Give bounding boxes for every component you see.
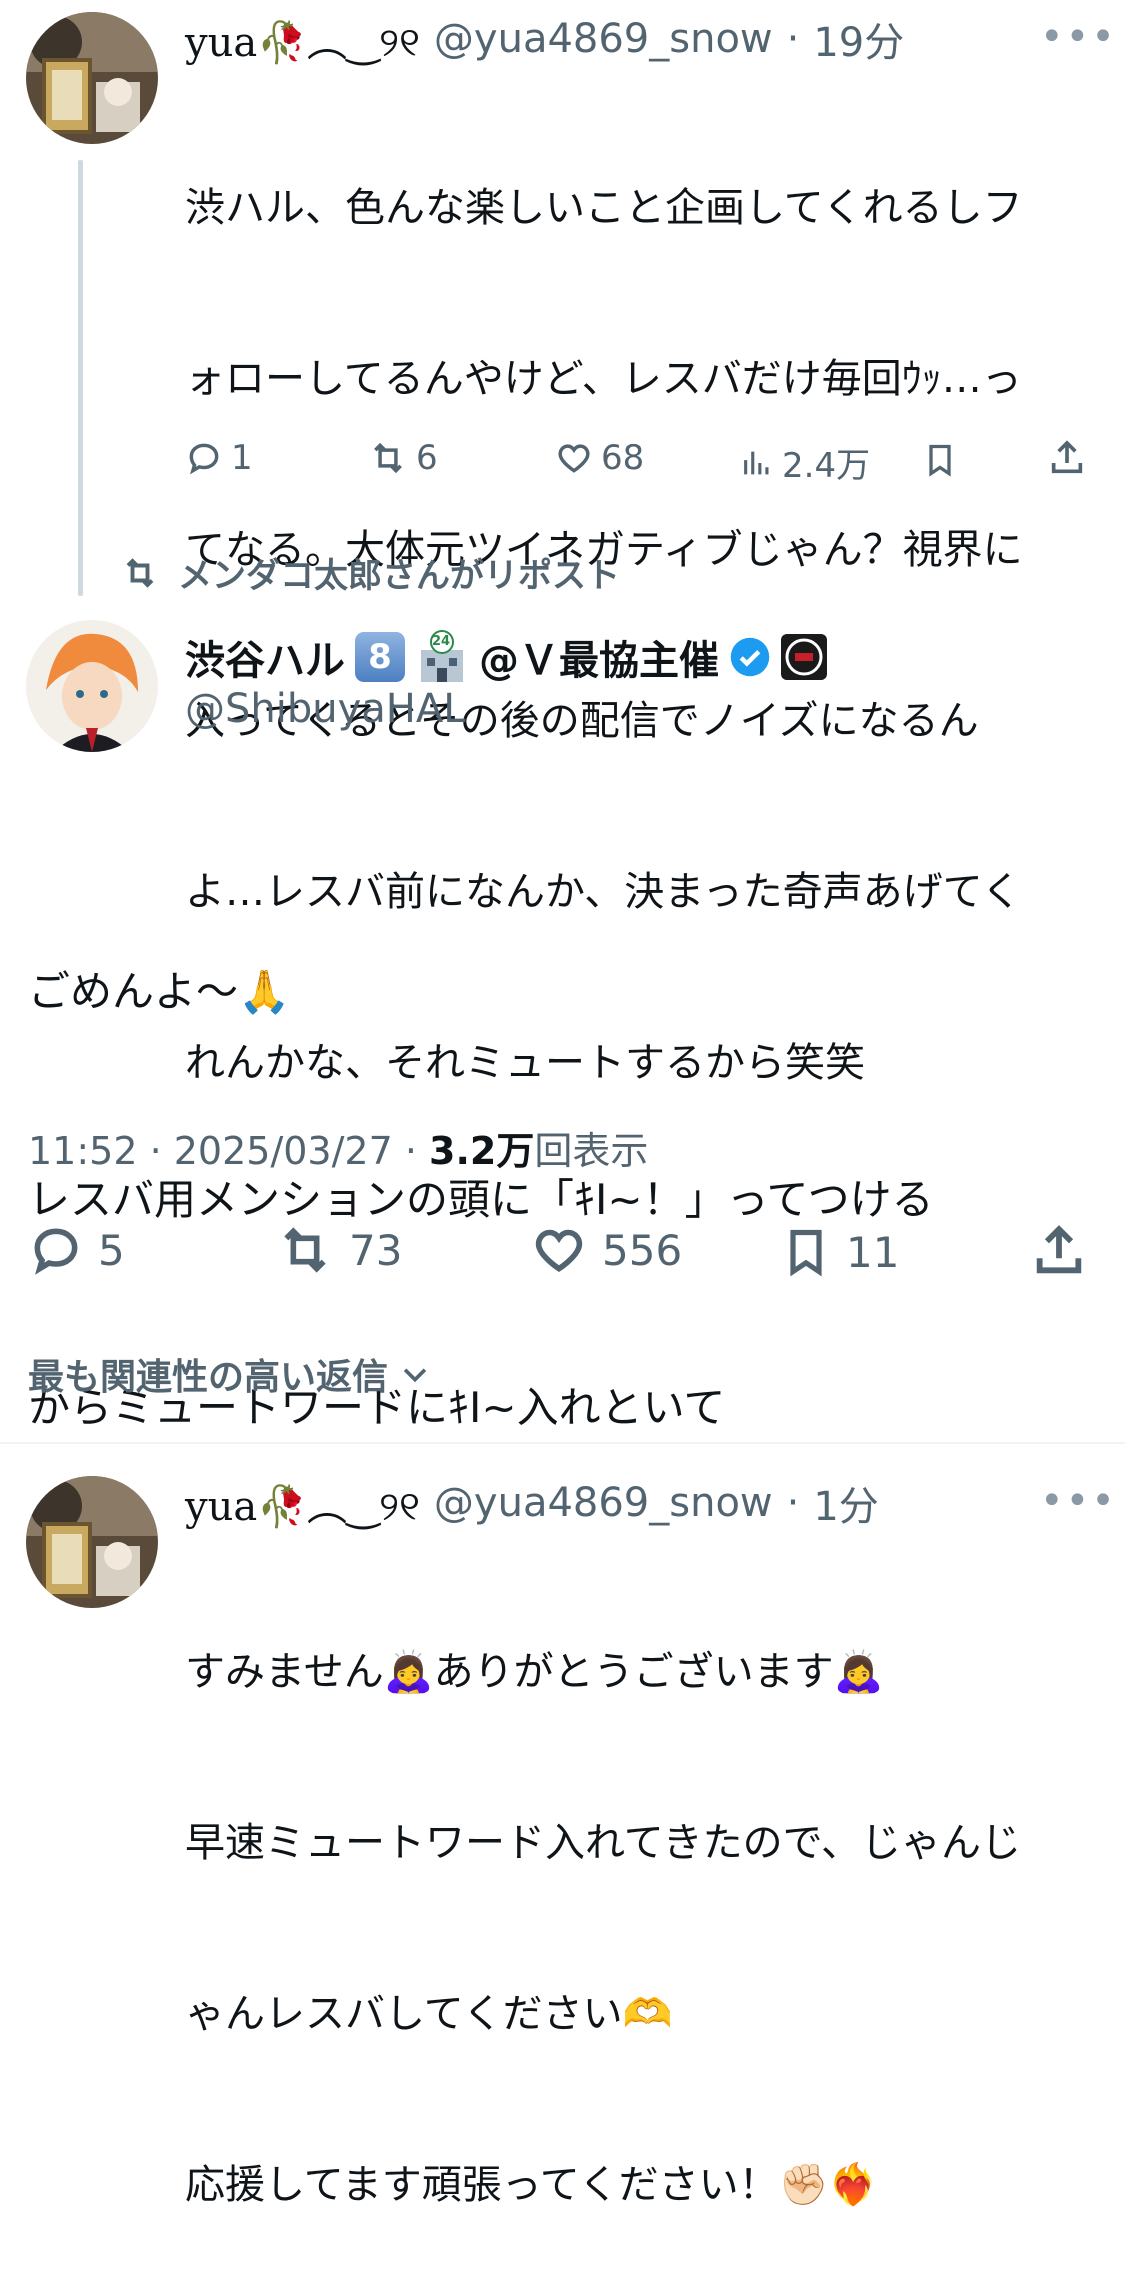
hotel-emoji: 24 <box>415 630 469 684</box>
more-icon[interactable]: ••• <box>1040 14 1117 60</box>
repost-banner-text: メンダコ太郎さんがリポスト <box>178 556 620 596</box>
reply-icon <box>34 1228 78 1275</box>
user-handle[interactable]: @yua4869_snow <box>434 1480 773 1526</box>
reply-button[interactable]: 5 <box>28 1222 125 1278</box>
bookmark-button[interactable] <box>922 440 958 484</box>
views-button[interactable]: 2.4万 <box>740 438 870 487</box>
user-name[interactable]: yua🥀︵‿୨୧ <box>185 1474 420 1532</box>
repost-button[interactable]: 6 <box>368 438 438 478</box>
reply-text: すみません🙇‍♀️ありがとうございます🙇‍♀️ 早速ミュートワード入れてきたので… <box>185 1530 1095 2271</box>
chevron-down-icon <box>403 1368 427 1383</box>
avatar[interactable] <box>26 12 158 144</box>
reply-count: 5 <box>98 1225 125 1275</box>
separator: · <box>786 16 800 62</box>
bookmark-icon <box>790 1229 822 1277</box>
repost-icon <box>284 1227 326 1273</box>
repost-count: 73 <box>349 1225 403 1275</box>
like-button[interactable]: 68 <box>555 438 644 478</box>
reply-header: yua🥀︵‿୨୧ @yua4869_snow · 1分 <box>185 1474 879 1532</box>
tweet-meta: 11:52 · 2025/03/27 · 3.2万回表示 <box>28 1120 648 1175</box>
view-count: 3.2万 <box>429 1129 535 1173</box>
separator: · <box>786 1480 800 1526</box>
avatar[interactable] <box>26 620 158 752</box>
timestamp[interactable]: 19分 <box>813 10 904 68</box>
heart-icon <box>535 1229 583 1272</box>
reply-line: ォローしてるんやけど、レスバだけ毎回ｳｯ…っ <box>185 356 1022 402</box>
reply-line: すみません🙇‍♀️ありがとうございます🙇‍♀️ <box>185 1649 884 1695</box>
share-icon <box>1051 440 1083 474</box>
user-handle[interactable]: @yua4869_snow <box>434 16 773 62</box>
reply-line: ゃんレスバしてください🫶 <box>185 1991 673 2037</box>
keycap-number: 8 <box>368 637 392 677</box>
like-button[interactable]: 556 <box>530 1222 682 1278</box>
view-label: 回表示 <box>534 1129 649 1173</box>
user-handle[interactable]: @ShibuyaHAL <box>185 686 466 732</box>
main-header: 渋谷ハル 8 24 @Ｖ最協主催 <box>185 628 827 686</box>
reply-icon <box>189 443 219 475</box>
bookmark-button[interactable]: 11 <box>780 1222 899 1282</box>
main-line: ごめんよ〜🙏 <box>28 967 291 1016</box>
tweet-timestamp[interactable]: 11:52 · 2025/03/27 · <box>28 1129 429 1173</box>
repost-count: 6 <box>416 438 438 478</box>
repost-button[interactable]: 73 <box>275 1222 402 1278</box>
team-logo-icon <box>781 634 827 680</box>
repost-icon <box>126 557 154 588</box>
heart-icon <box>558 444 590 473</box>
reply-header: yua🥀︵‿୨୧ @yua4869_snow · 19分 <box>185 10 904 68</box>
bookmark-icon <box>929 444 951 477</box>
view-count: 2.4万 <box>782 446 871 486</box>
like-count: 556 <box>602 1225 683 1275</box>
sort-label: 最も関連性の高い返信 <box>28 1357 389 1398</box>
share-icon <box>1036 1225 1082 1274</box>
reply-line: 渋ハル、色んな楽しいこと企画してくれるしフ <box>185 185 1023 231</box>
user-name[interactable]: yua🥀︵‿୨୧ <box>185 10 420 68</box>
more-icon[interactable]: ••• <box>1040 1478 1117 1524</box>
avatar[interactable] <box>26 1476 158 1608</box>
reply-sort-dropdown[interactable]: 最も関連性の高い返信 <box>28 1348 432 1400</box>
timestamp[interactable]: 1分 <box>813 1474 878 1532</box>
share-button[interactable] <box>1047 438 1087 482</box>
share-button[interactable] <box>1030 1222 1088 1284</box>
reply-count: 1 <box>231 438 253 478</box>
reply-button[interactable]: 1 <box>185 438 253 478</box>
bookmark-count: 11 <box>846 1227 900 1277</box>
user-name[interactable]: 渋谷ハル <box>185 628 345 686</box>
like-count: 68 <box>601 438 645 478</box>
repost-banner[interactable]: メンダコ太郎さんがリポスト <box>120 548 620 597</box>
building-label: 24 <box>432 634 451 649</box>
views-icon <box>744 451 769 474</box>
name-suffix[interactable]: @Ｖ最協主催 <box>479 628 719 686</box>
section-divider <box>0 1442 1125 1444</box>
reply-line: 応援してます頑張ってください！✊🏻❤️‍🔥 <box>185 2162 879 2208</box>
reply-line: 早速ミュートワード入れてきたので、じゃんじ <box>185 1820 1021 1866</box>
thread-line <box>78 160 83 596</box>
verified-icon <box>729 636 771 678</box>
meta-divider <box>0 1188 1125 1190</box>
keycap-emoji: 8 <box>355 632 405 682</box>
repost-icon <box>374 442 402 474</box>
